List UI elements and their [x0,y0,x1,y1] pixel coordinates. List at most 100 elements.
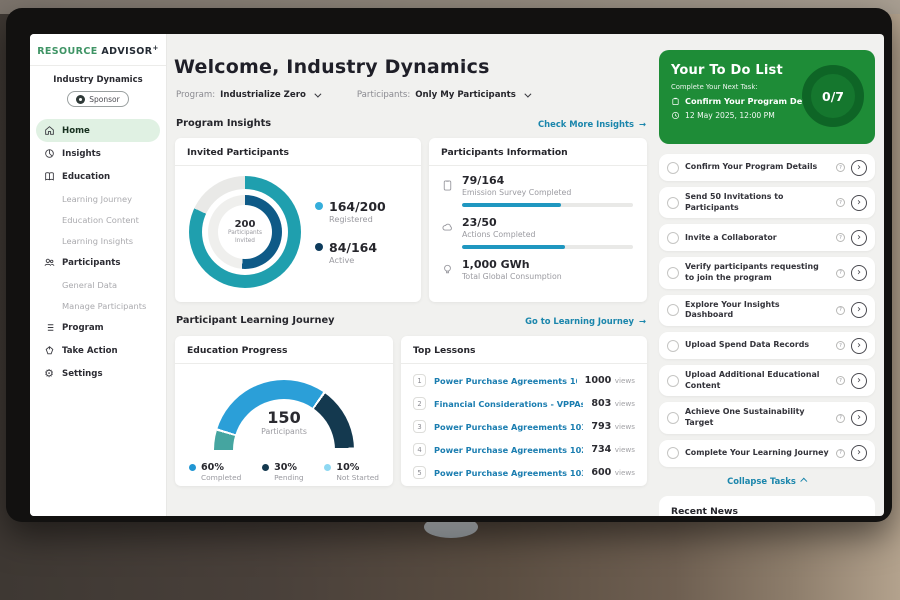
checkbox[interactable] [667,197,679,209]
sidebar-item-education-content[interactable]: Education Content [36,209,160,230]
sidebar-item-program[interactable]: Program [36,316,160,339]
chevron-right-button[interactable]: › [851,195,867,211]
take-action-icon [43,345,55,357]
logo-resource: RESOURCE [37,46,97,57]
chevron-right-button[interactable]: › [851,373,867,389]
program-filter-value[interactable]: Industrialize Zero [220,90,306,100]
donut-legend: 164/200 Registered 84/164 Active [315,199,386,265]
bulb-icon [441,261,454,274]
legend-pending: 30% Pending [262,462,304,482]
sponsor-icon [76,95,85,104]
task-upload-spend-data[interactable]: Upload Spend Data Records ? › [659,332,875,359]
monitor-bezel: RESOURCE ADVISOR+ Industry Dynamics Spon… [6,8,892,522]
sidebar-item-learning-journey[interactable]: Learning Journey [36,188,160,209]
lesson-row: 3 Power Purchase Agreements 101 793 view… [413,415,635,438]
stat-global-consumption: 1,000 GWh Total Global Consumption [441,258,633,281]
program-filter-label: Program: [176,90,215,100]
lesson-rank: 1 [413,374,426,387]
program-filter[interactable]: Program: Industrialize Zero [176,90,319,100]
task-confirm-program-details[interactable]: Confirm Your Program Details ? › [659,154,875,181]
task-explore-insights[interactable]: Explore Your Insights Dashboard ? › [659,295,875,326]
task-achieve-sustainability-target[interactable]: Achieve One Sustainability Target ? › [659,402,875,433]
gauge-legend: 60% Completed 30% Pending [175,450,393,482]
home-icon [43,125,55,137]
todo-header-card: Your To Do List Complete Your Next Task:… [659,50,875,144]
checkbox[interactable] [667,447,679,459]
task-invite-collaborator[interactable]: Invite a Collaborator ? › [659,224,875,251]
chevron-up-icon [800,478,807,485]
lesson-rank: 3 [413,420,426,433]
check-more-insights-link[interactable]: Check More Insights → [538,119,646,129]
go-to-learning-journey-link[interactable]: Go to Learning Journey → [525,316,646,326]
sidebar-item-participants[interactable]: Participants [36,251,160,274]
checkbox[interactable] [667,267,679,279]
participants-filter-label: Participants: [357,90,410,100]
education-progress-title: Education Progress [175,336,393,364]
checkbox[interactable] [667,232,679,244]
participants-filter[interactable]: Participants: Only My Participants [357,90,529,100]
sidebar-item-education[interactable]: Education [36,165,160,188]
lesson-link[interactable]: Power Purchase Agreements 102 [434,445,583,455]
lesson-link[interactable]: Power Purchase Agreements 101 [434,376,577,386]
chevron-right-button[interactable]: › [851,302,867,318]
chevron-right-button[interactable]: › [851,338,867,354]
stat-bar-fill-0 [462,203,561,207]
stat-emission-survey: 79/164 Emission Survey Completed [441,174,633,207]
lesson-link[interactable]: Power Purchase Agreements 103 [434,468,583,478]
invited-participants-title: Invited Participants [175,138,421,166]
participants-information-card: Participants Information 79/164 Emission… [429,138,647,302]
stat-actions-completed: 23/50 Actions Completed [441,216,633,249]
todo-panel: Your To Do List Complete Your Next Task:… [659,50,875,516]
list-icon [43,322,55,334]
sidebar-item-general-data[interactable]: General Data [36,274,160,295]
chevron-right-button[interactable]: › [851,445,867,461]
sidebar-item-insights[interactable]: Insights [36,142,160,165]
lesson-rank: 4 [413,443,426,456]
chevron-right-button[interactable]: › [851,160,867,176]
sidebar-item-learning-insights[interactable]: Learning Insights [36,230,160,251]
info-icon: ? [836,198,845,207]
collapse-tasks-link[interactable]: Collapse Tasks [659,476,875,486]
checkbox[interactable] [667,375,679,387]
invited-participants-card: Invited Participants 200 Participants In… [175,138,421,302]
gear-icon: ⚙ [43,368,55,380]
chevron-right-button[interactable]: › [851,265,867,281]
lesson-rank: 2 [413,397,426,410]
task-complete-learning-journey[interactable]: Complete Your Learning Journey ? › [659,440,875,467]
clipboard-icon [441,177,454,190]
recent-news-title: Recent News [671,506,863,516]
sidebar-item-take-action[interactable]: Take Action [36,339,160,362]
learning-journey-heading: Participant Learning Journey [176,315,335,326]
people-icon [43,257,55,269]
sidebar-item-manage-participants[interactable]: Manage Participants [36,295,160,316]
arrow-right-icon: → [639,316,646,326]
participants-filter-value[interactable]: Only My Participants [415,90,516,100]
legend-not-started: 10% Not Started [324,462,379,482]
checkbox[interactable] [667,412,679,424]
info-icon: ? [836,306,845,315]
book-icon [43,171,55,183]
sponsor-badge[interactable]: Sponsor [67,91,129,107]
sidebar-item-settings[interactable]: ⚙ Settings [36,362,160,385]
lesson-link[interactable]: Power Purchase Agreements 101 [434,422,583,432]
logo-plus: + [153,44,159,52]
recent-news-card: Recent News [659,496,875,516]
info-icon: ? [836,341,845,350]
lesson-row: 1 Power Purchase Agreements 101 1000 vie… [413,369,635,392]
checkbox[interactable] [667,162,679,174]
task-upload-educational-content[interactable]: Upload Additional Educational Content ? … [659,365,875,396]
lesson-link[interactable]: Financial Considerations - VPPAs [434,399,583,409]
info-icon: ? [836,449,845,458]
program-insights-heading: Program Insights [176,118,271,129]
chevron-right-button[interactable]: › [851,410,867,426]
app-logo: RESOURCE ADVISOR+ [30,34,166,66]
lesson-row: 2 Financial Considerations - VPPAs 803 v… [413,392,635,415]
chevron-right-button[interactable]: › [851,230,867,246]
task-verify-participants[interactable]: Verify participants requesting to join t… [659,257,875,288]
checkbox[interactable] [667,340,679,352]
legend-dot [262,464,269,471]
sidebar-item-home[interactable]: Home [36,119,160,142]
task-send-invitations[interactable]: Send 50 Invitations to Participants ? › [659,187,875,218]
pie-chart-icon [43,148,55,160]
checkbox[interactable] [667,304,679,316]
